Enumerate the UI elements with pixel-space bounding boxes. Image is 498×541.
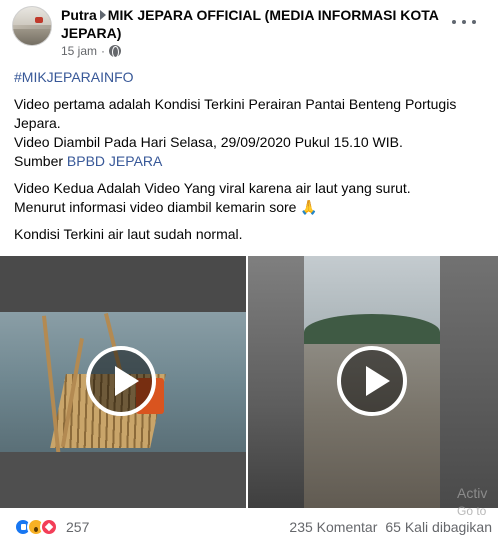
video2-blur-right <box>440 256 498 508</box>
arrow-right-icon <box>99 10 106 20</box>
reaction-count[interactable]: 257 <box>66 519 89 535</box>
source-link[interactable]: BPBD JEPARA <box>67 153 162 169</box>
paragraph2-line2: Menurut informasi video diambil kemarin … <box>14 199 301 215</box>
post-meta: 15 jam · <box>61 44 122 58</box>
post-header: Putra MIK JEPARA OFFICIAL (MEDIA INFORMAS… <box>61 6 441 42</box>
video-thumbnail-1[interactable] <box>0 256 246 508</box>
play-icon[interactable] <box>86 346 156 416</box>
dot-icon <box>472 20 476 24</box>
dot-icon <box>462 20 466 24</box>
post-footer: 257 235 Komentar 65 Kali dibagikan <box>14 516 492 538</box>
globe-icon <box>109 45 122 58</box>
love-icon <box>40 518 58 536</box>
more-options-button[interactable] <box>452 14 476 30</box>
paragraph3: Kondisi Terkini air laut sudah normal. <box>14 226 243 242</box>
group-name[interactable]: MIK JEPARA OFFICIAL (MEDIA INFORMASI KOT… <box>61 7 438 41</box>
source-prefix: Sumber <box>14 153 67 169</box>
paragraph2-line1: Video Kedua Adalah Video Yang viral kare… <box>14 180 411 196</box>
dot-icon <box>452 20 456 24</box>
avatar-ground <box>13 29 51 45</box>
paragraph1-line1: Video pertama adalah Kondisi Terkini Per… <box>14 96 457 131</box>
author-avatar[interactable] <box>12 6 52 46</box>
avatar-sky <box>13 7 51 25</box>
dot-separator: · <box>101 44 106 58</box>
play-icon[interactable] <box>337 346 407 416</box>
video-grid <box>0 256 498 508</box>
hashtag-link[interactable]: #MIKJEPARAINFO <box>14 69 134 85</box>
post-time[interactable]: 15 jam <box>61 44 97 58</box>
paragraph1-line2: Video Diambil Pada Hari Selasa, 29/09/20… <box>14 134 403 150</box>
video2-blur-left <box>248 256 304 508</box>
video-thumbnail-2[interactable] <box>248 256 498 508</box>
engagement-stats: 235 Komentar 65 Kali dibagikan <box>289 519 492 535</box>
reactions-summary[interactable]: 257 <box>14 518 89 536</box>
praying-hands-icon: 🙏 <box>300 199 318 215</box>
avatar-detail <box>35 17 43 23</box>
author-name[interactable]: Putra <box>61 7 97 23</box>
comments-count[interactable]: 235 Komentar <box>289 519 377 535</box>
video1-dark-bottom <box>0 452 246 508</box>
video1-dark-top <box>0 256 246 312</box>
facebook-post: Putra MIK JEPARA OFFICIAL (MEDIA INFORMAS… <box>0 0 498 541</box>
shares-count[interactable]: 65 Kali dibagikan <box>385 519 492 535</box>
post-body: #MIKJEPARAINFO Video pertama adalah Kond… <box>14 68 490 252</box>
watermark-line1: Activ <box>457 485 488 501</box>
activation-watermark: Activ Go to <box>457 484 487 520</box>
